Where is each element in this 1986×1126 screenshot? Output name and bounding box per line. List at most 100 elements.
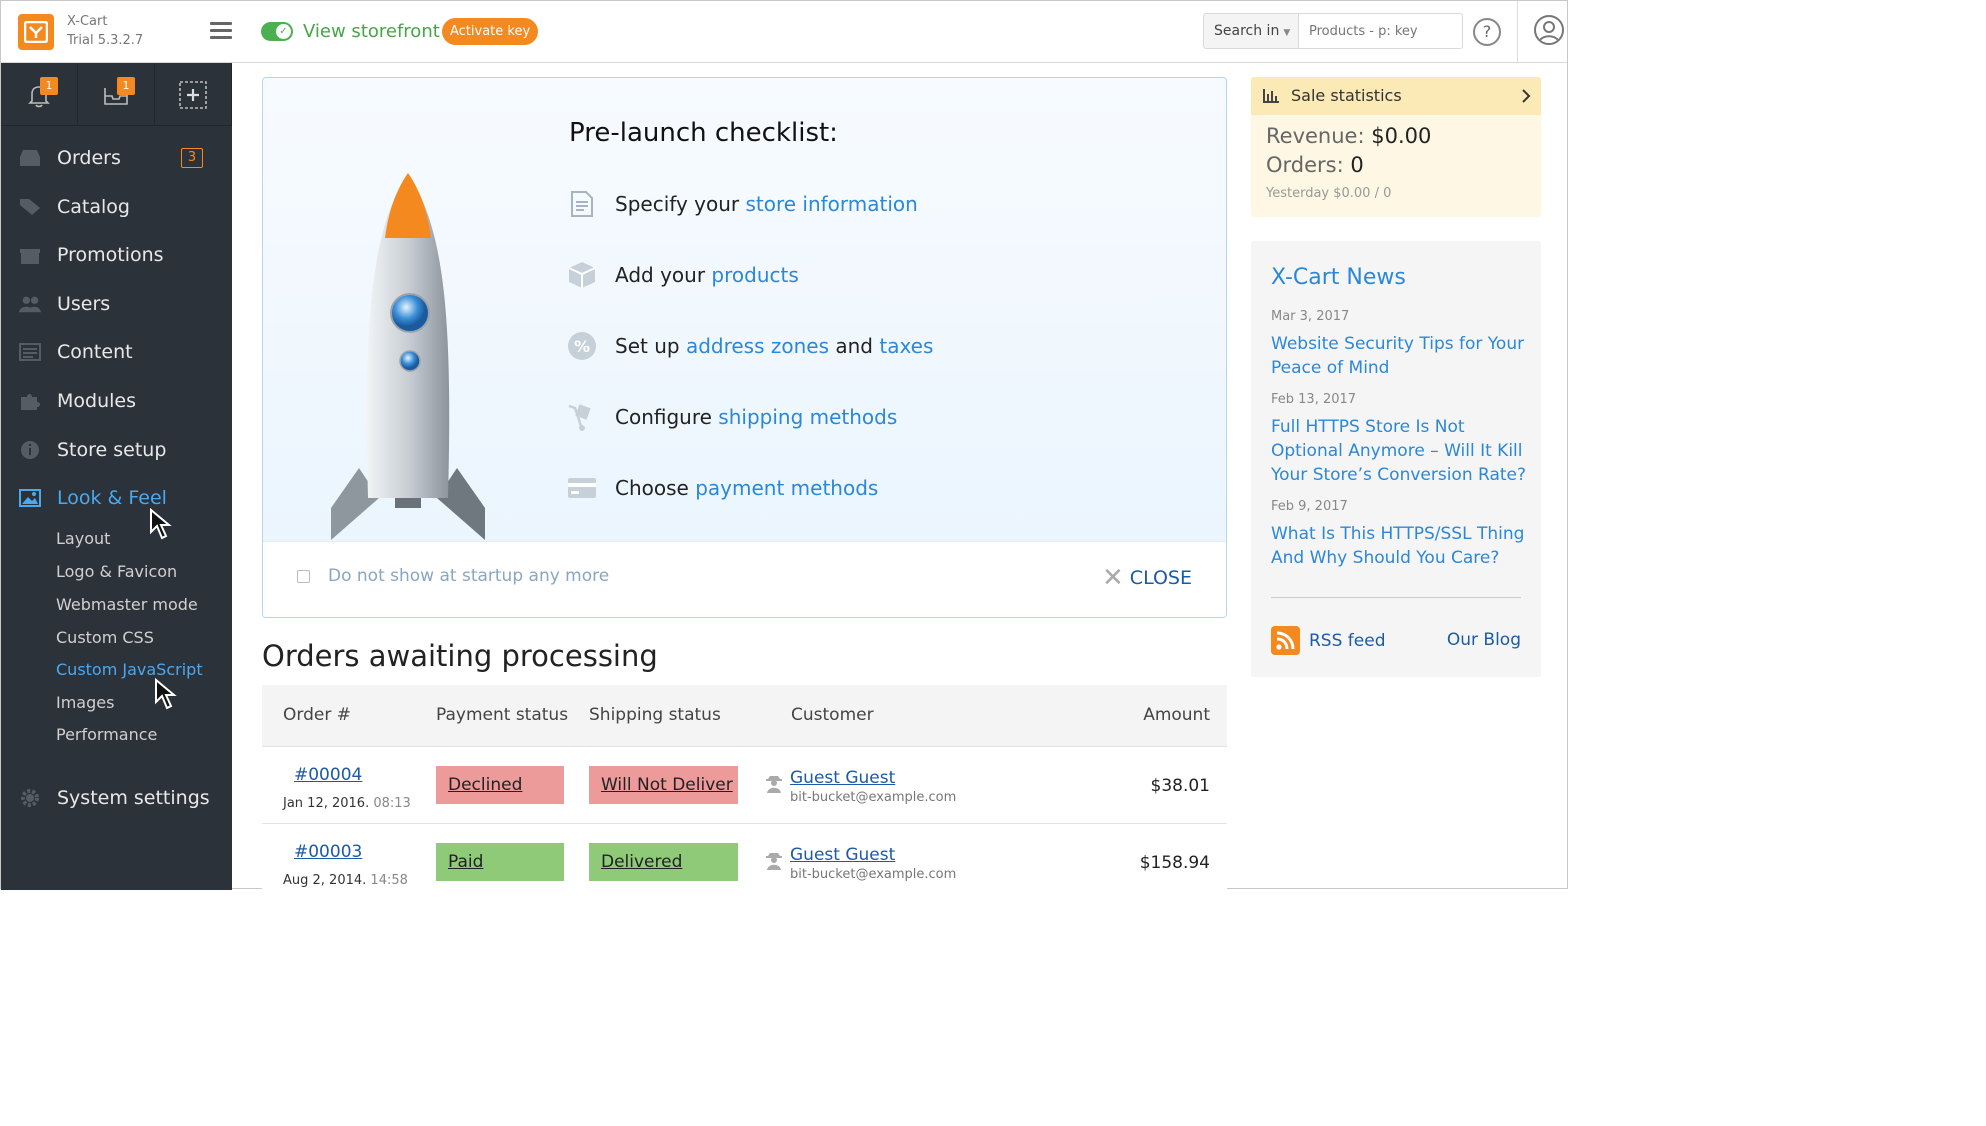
subnav-logo-favicon[interactable]: Logo & Favicon (56, 562, 177, 581)
orders-quick-badge: 1 (117, 77, 135, 95)
products-link[interactable]: products (711, 263, 798, 287)
orders-count-badge: 3 (181, 148, 203, 168)
storefront-toggle[interactable]: ✓ (261, 22, 293, 41)
sidebar-item-label: Store setup (57, 439, 167, 461)
sidebar-item-users[interactable]: Users (1, 284, 232, 324)
content-icon (19, 342, 41, 362)
order-number-link[interactable]: #00003 (294, 842, 362, 862)
checklist-item-prefix: Choose (615, 476, 696, 500)
sidebar-item-label: Users (57, 293, 111, 315)
activate-key-button[interactable]: Activate key (442, 18, 539, 45)
column-header-order[interactable]: Order # (283, 705, 351, 725)
customer-email: bit-bucket@example.com (790, 790, 957, 805)
xcart-news-widget: X-Cart News Mar 3, 2017 Website Security… (1251, 241, 1541, 677)
checklist-item-prefix: Specify your (615, 192, 746, 216)
column-header-amount[interactable]: Amount (1143, 705, 1210, 725)
our-blog-link[interactable]: Our Blog (1447, 630, 1521, 650)
checklist-title: Pre-launch checklist: (569, 118, 838, 148)
news-link[interactable]: What Is This HTTPS/SSL Thing And Why Sho… (1271, 522, 1529, 570)
caret-down-icon: ▼ (1283, 28, 1291, 38)
order-amount: $38.01 (1150, 776, 1210, 796)
rocket-illustration-icon (331, 173, 485, 540)
user-avatar-icon[interactable] (1534, 15, 1564, 45)
order-date-time: 08:13 (373, 796, 411, 811)
chevron-right-icon[interactable] (1521, 88, 1531, 104)
sidebar-item-system-settings[interactable]: System settings (1, 778, 232, 818)
news-link[interactable]: Website Security Tips for Your Peace of … (1271, 332, 1529, 380)
gear-icon (19, 788, 41, 808)
store-information-link[interactable]: store information (745, 192, 917, 216)
brand-name: X-Cart (67, 14, 108, 29)
rss-feed-link[interactable]: RSS feed (1271, 626, 1386, 655)
subnav-webmaster-mode[interactable]: Webmaster mode (56, 595, 198, 614)
order-date: Jan 12, 2016. 08:13 (283, 796, 411, 811)
table-row: #00004 Jan 12, 2016. 08:13 Declined Will… (262, 746, 1227, 823)
payment-methods-link[interactable]: payment methods (695, 476, 878, 500)
xcart-logo-icon[interactable] (18, 14, 54, 50)
subnav-performance[interactable]: Performance (56, 725, 157, 744)
add-new-button[interactable] (155, 63, 232, 126)
bar-chart-icon (1263, 89, 1279, 103)
shipping-status-badge[interactable]: Will Not Deliver (589, 766, 738, 804)
address-zones-link[interactable]: address zones (686, 334, 829, 358)
subnav-layout[interactable]: Layout (56, 529, 110, 548)
checklist-item-prefix: Configure (615, 405, 719, 429)
orders-row: Orders: 0 (1266, 153, 1364, 177)
news-date: Mar 3, 2017 (1271, 309, 1350, 324)
close-label: CLOSE (1129, 567, 1192, 589)
sidebar-item-promotions[interactable]: Promotions (1, 235, 232, 275)
sidebar-item-orders[interactable]: Orders 3 (1, 138, 232, 178)
quick-actions: 1 1 (1, 63, 232, 126)
rss-feed-label: RSS feed (1309, 630, 1386, 651)
do-not-show-checkbox[interactable] (297, 569, 310, 583)
order-number-link[interactable]: #00004 (294, 765, 362, 785)
hand-truck-icon (566, 401, 598, 433)
column-header-customer[interactable]: Customer (791, 705, 874, 725)
sale-statistics-header[interactable]: Sale statistics (1251, 77, 1541, 115)
customer-name-link[interactable]: Guest Guest (790, 768, 895, 788)
hamburger-menu-icon[interactable] (210, 22, 232, 40)
subnav-custom-javascript[interactable]: Custom JavaScript (56, 660, 203, 679)
do-not-show-checkbox-row[interactable]: Do not show at startup any more (297, 566, 609, 586)
sidebar-item-catalog[interactable]: Catalog (1, 187, 232, 227)
revenue-label: Revenue: (1266, 124, 1365, 148)
check-icon: ✓ (276, 24, 291, 39)
search-in-dropdown[interactable]: Search in ▼ (1203, 13, 1299, 49)
sidebar-item-content[interactable]: Content (1, 332, 232, 372)
sale-statistics-widget: Sale statistics Revenue: $0.00 Orders: 0… (1251, 77, 1541, 217)
taxes-link[interactable]: taxes (879, 334, 933, 358)
sale-statistics-title: Sale statistics (1291, 86, 1402, 105)
recent-orders-button[interactable]: 1 (78, 63, 155, 126)
subnav-custom-css[interactable]: Custom CSS (56, 628, 154, 647)
sidebar-item-label: Look & Feel (57, 487, 167, 509)
column-header-shipping[interactable]: Shipping status (589, 705, 721, 725)
news-link[interactable]: Full HTTPS Store Is Not Optional Anymore… (1271, 415, 1529, 487)
payment-status-badge[interactable]: Paid (436, 843, 564, 881)
sidebar-item-look-feel[interactable]: Look & Feel (1, 478, 232, 518)
shipping-status-badge[interactable]: Delivered (589, 843, 738, 881)
search-input[interactable] (1298, 13, 1463, 49)
sidebar-item-label: Modules (57, 390, 136, 412)
view-storefront-link[interactable]: View storefront (303, 21, 440, 42)
brand-version: Trial 5.3.2.7 (67, 33, 144, 48)
subnav-images[interactable]: Images (56, 693, 114, 712)
tag-icon (19, 197, 41, 217)
mouse-pointer-icon (155, 678, 177, 710)
sidebar-item-store-setup[interactable]: Store setup (1, 430, 232, 470)
column-header-payment[interactable]: Payment status (436, 705, 568, 725)
checklist-footer: Do not show at startup any more ✕ CLOSE (263, 541, 1226, 617)
prelaunch-checklist-panel: Pre-launch checklist: Specify your store… (262, 77, 1227, 618)
table-header: Order # Payment status Shipping status C… (262, 685, 1227, 746)
help-icon[interactable]: ? (1473, 18, 1501, 46)
checklist-item-mid: and (829, 334, 880, 358)
image-icon (19, 488, 41, 508)
customer-name-link[interactable]: Guest Guest (790, 845, 895, 865)
puzzle-icon (19, 391, 41, 411)
notifications-button[interactable]: 1 (1, 63, 78, 126)
news-date: Feb 9, 2017 (1271, 499, 1348, 514)
sidebar-item-modules[interactable]: Modules (1, 381, 232, 421)
shipping-methods-link[interactable]: shipping methods (718, 405, 897, 429)
payment-status-badge[interactable]: Declined (436, 766, 564, 804)
close-checklist-button[interactable]: ✕ CLOSE (1102, 565, 1192, 591)
order-date-day: Jan 12, 2016. (283, 796, 370, 811)
